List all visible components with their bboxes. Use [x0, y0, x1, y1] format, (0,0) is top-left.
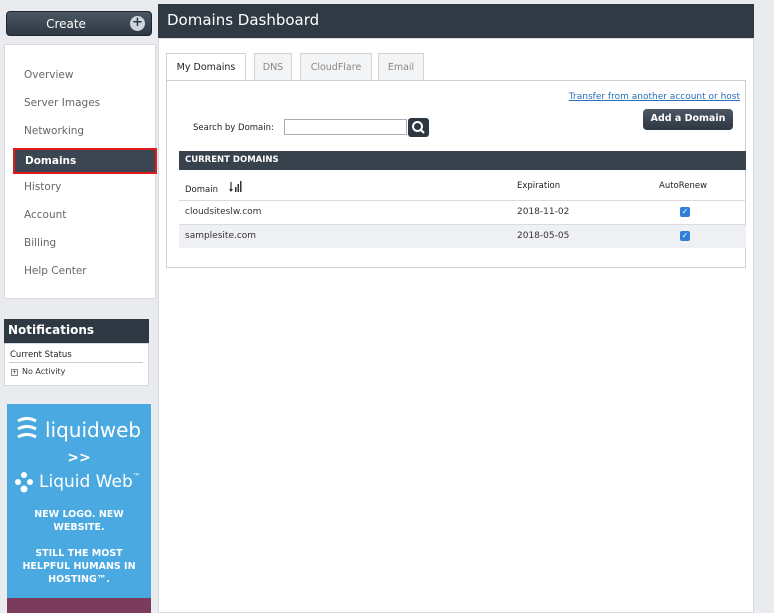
- current-domains-header: CURRENT DOMAINS: [179, 151, 746, 170]
- transfer-domain-link[interactable]: Transfer from another account or host: [569, 92, 740, 102]
- liquidweb-new-logo: Liquid Web™: [13, 470, 149, 498]
- expiration-date: 2018-05-05: [517, 231, 570, 241]
- domains-panel: Transfer from another account or host Se…: [166, 80, 746, 268]
- sidebar-item-networking[interactable]: Networking: [24, 125, 84, 137]
- table-row: cloudsiteslw.com 2018-11-02 ✓: [179, 200, 746, 224]
- logo-name: Liquid Web: [39, 472, 133, 492]
- column-label: Domain: [185, 185, 218, 195]
- search-label: Search by Domain:: [193, 123, 274, 133]
- sidebar-nav: Overview Server Images Networking Domain…: [4, 44, 157, 299]
- logo-text: liquidweb: [45, 418, 142, 442]
- autorenew-checkbox[interactable]: ✓: [680, 207, 690, 217]
- column-header-autorenew[interactable]: AutoRenew: [659, 181, 707, 191]
- ad-text-line: WEBSITE.: [53, 522, 105, 533]
- search-icon: [412, 121, 425, 134]
- ad-text-line: NEW LOGO. NEW: [34, 509, 124, 520]
- sidebar-item-help-center[interactable]: Help Center: [24, 265, 87, 277]
- sidebar-item-history[interactable]: History: [24, 181, 61, 193]
- sort-icon: [228, 181, 242, 192]
- sidebar-item-overview[interactable]: Overview: [24, 69, 73, 81]
- table-row: samplesite.com 2018-05-05 ✓: [179, 224, 746, 248]
- domain-name[interactable]: samplesite.com: [185, 231, 256, 241]
- activity-item[interactable]: + No Activity: [11, 367, 65, 376]
- tab-dns[interactable]: DNS: [254, 53, 292, 80]
- liquidweb-drop-icon: [15, 472, 33, 493]
- expand-icon: +: [11, 369, 18, 376]
- divider: [9, 362, 143, 363]
- search-button[interactable]: [408, 118, 429, 137]
- domain-name[interactable]: cloudsiteslw.com: [185, 207, 261, 217]
- current-status-label: Current Status: [10, 350, 72, 360]
- expiration-date: 2018-11-02: [517, 207, 570, 217]
- sidebar-item-server-images[interactable]: Server Images: [24, 97, 100, 109]
- sidebar-item-account[interactable]: Account: [24, 209, 66, 221]
- tab-email[interactable]: Email: [378, 53, 424, 80]
- create-button[interactable]: Create +: [6, 11, 152, 36]
- page-title: Domains Dashboard: [158, 4, 754, 38]
- plus-icon: +: [130, 16, 145, 31]
- sidebar-item-billing[interactable]: Billing: [24, 237, 56, 249]
- sidebar-item-label: Domains: [25, 155, 77, 167]
- liquidweb-ad-banner[interactable]: liquidweb >> Liquid Web™ NEW LOGO. NEW W…: [7, 404, 151, 613]
- notifications-panel: Current Status + No Activity: [4, 343, 149, 386]
- tab-cloudflare[interactable]: CloudFlare: [300, 53, 372, 80]
- column-header-domain[interactable]: Domain: [185, 181, 242, 195]
- create-button-label: Create: [46, 17, 86, 31]
- ad-text-line: HELPFUL HUMANS IN: [22, 561, 136, 572]
- tab-my-domains[interactable]: My Domains: [166, 53, 246, 81]
- search-input[interactable]: [284, 119, 407, 135]
- notifications-title: Notifications: [4, 319, 149, 343]
- liquidweb-old-logo: liquidweb: [15, 416, 145, 446]
- sidebar-item-domains[interactable]: Domains: [13, 148, 157, 174]
- ad-text-line: HOSTING™.: [48, 574, 110, 585]
- column-header-expiration[interactable]: Expiration: [517, 181, 560, 191]
- logo-text-new: Liquid Web™: [39, 472, 141, 492]
- activity-text: No Activity: [22, 367, 66, 376]
- ad-text-line: STILL THE MOST: [35, 548, 123, 559]
- add-domain-button[interactable]: Add a Domain: [643, 109, 733, 130]
- trademark: ™: [132, 472, 141, 481]
- autorenew-checkbox[interactable]: ✓: [680, 231, 690, 241]
- ad-arrow: >>: [67, 450, 91, 466]
- liquidweb-wave-icon: [17, 417, 37, 439]
- ad-footer-strip: [7, 598, 151, 613]
